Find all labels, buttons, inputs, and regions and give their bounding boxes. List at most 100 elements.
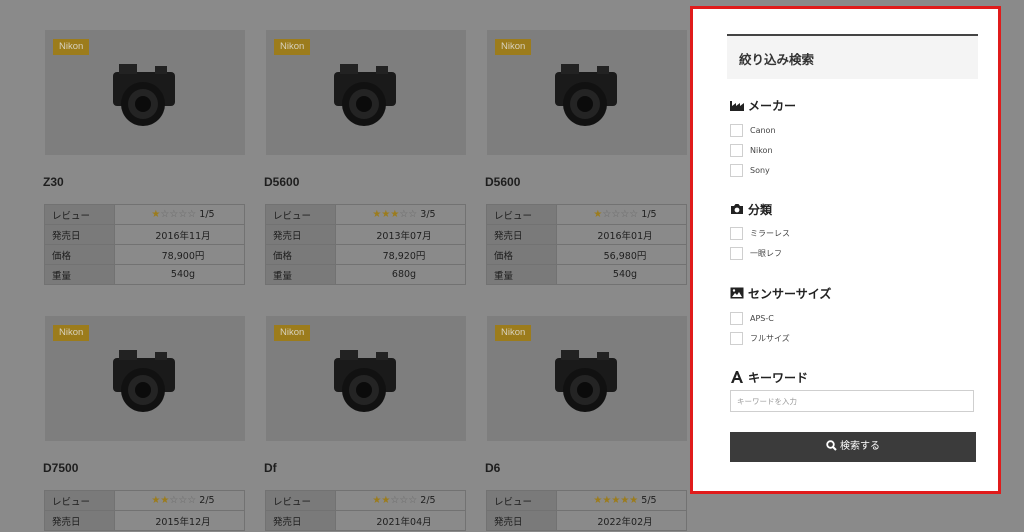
product-photo[interactable]: Nikon [45, 30, 245, 155]
spec-value: 56,980円 [556, 244, 687, 265]
search-icon [826, 440, 837, 451]
product-photo[interactable]: Nikon [487, 30, 687, 155]
product-name[interactable]: D5600 [485, 175, 520, 189]
spec-key: レビュー [44, 204, 115, 225]
category-option-mirrorless[interactable]: ミラーレス [730, 227, 790, 240]
product-grid: Nikon Z30 レビュー ★☆☆☆☆ 1/5 発売日 2016年11月 価格 78,900… [0, 0, 690, 532]
spec-row: 発売日 2013年07月 [265, 224, 466, 245]
spec-key: レビュー [486, 490, 557, 511]
maker-option-sony[interactable]: Sony [730, 164, 770, 177]
sensor-heading: センサーサイズ [730, 285, 831, 302]
checkbox[interactable] [730, 332, 743, 345]
maker-heading: メーカー [730, 97, 796, 114]
sensor-option-fullsize[interactable]: フルサイズ [730, 332, 790, 345]
factory-icon [730, 101, 744, 111]
checkbox[interactable] [730, 227, 743, 240]
spec-value: ★★★☆☆ 3/5 [335, 204, 466, 225]
spec-key: 発売日 [265, 510, 336, 531]
rating-stars: ★☆☆☆☆ [151, 209, 197, 220]
spec-value: 78,920円 [335, 244, 466, 265]
product-name[interactable]: Z30 [43, 175, 64, 189]
spec-value: 2016年11月 [114, 224, 245, 245]
spec-table: レビュー ★★★★★ 5/5 発売日 2022年02月 [486, 490, 687, 531]
spec-value: 540g [556, 264, 687, 285]
camera-image [555, 64, 617, 126]
spec-key: 発売日 [486, 224, 557, 245]
spec-value: 2016年01月 [556, 224, 687, 245]
spec-key: 重量 [486, 264, 557, 285]
spec-key: レビュー [486, 204, 557, 225]
product-name[interactable]: D5600 [264, 175, 299, 189]
product-photo[interactable]: Nikon [487, 316, 687, 441]
spec-row: 価格 56,980円 [486, 244, 687, 265]
checkbox[interactable] [730, 247, 743, 260]
sensor-option-apsc[interactable]: APS-C [730, 312, 774, 325]
spec-value: ★☆☆☆☆ 1/5 [556, 204, 687, 225]
checkbox[interactable] [730, 164, 743, 177]
rating-stars: ★★☆☆☆ [151, 495, 197, 506]
search-button[interactable]: 検索する [730, 432, 976, 462]
product-photo[interactable]: Nikon [266, 30, 466, 155]
brand-tag: Nikon [53, 39, 90, 55]
camera-image [113, 64, 175, 126]
spec-key: 価格 [265, 244, 336, 265]
spec-row: レビュー ★★★★★ 5/5 [486, 490, 687, 511]
spec-table: レビュー ★☆☆☆☆ 1/5 発売日 2016年11月 価格 78,900円 重量 540g [44, 204, 245, 285]
maker-option-canon[interactable]: Canon [730, 124, 776, 137]
product-name[interactable]: D6 [485, 461, 500, 475]
spec-value: ★★★★★ 5/5 [556, 490, 687, 511]
brand-tag: Nikon [274, 39, 311, 55]
filter-title-bar: 絞り込み検索 [727, 34, 978, 79]
spec-row: 重量 540g [44, 264, 245, 285]
brand-tag: Nikon [495, 39, 532, 55]
category-option-slr[interactable]: 一眼レフ [730, 247, 782, 260]
spec-value: 78,900円 [114, 244, 245, 265]
spec-value: ★★☆☆☆ 2/5 [335, 490, 466, 511]
spec-table: レビュー ★★☆☆☆ 2/5 発売日 2021年04月 [265, 490, 466, 531]
spec-row: 重量 540g [486, 264, 687, 285]
product-name[interactable]: Df [264, 461, 277, 475]
keyword-heading: キーワード [730, 369, 808, 386]
spec-row: 発売日 2021年04月 [265, 510, 466, 531]
product-photo[interactable]: Nikon [45, 316, 245, 441]
rating-stars: ★★☆☆☆ [372, 495, 418, 506]
product-name[interactable]: D7500 [43, 461, 78, 475]
spec-key: 価格 [486, 244, 557, 265]
spec-row: 価格 78,920円 [265, 244, 466, 265]
spec-row: 発売日 2015年12月 [44, 510, 245, 531]
spec-table: レビュー ★★☆☆☆ 2/5 発売日 2015年12月 [44, 490, 245, 531]
spec-value: 2013年07月 [335, 224, 466, 245]
category-heading: 分類 [730, 201, 772, 218]
brand-tag: Nikon [495, 325, 532, 341]
spec-key: 重量 [44, 264, 115, 285]
filter-panel: 絞り込み検索 メーカー Canon Nikon Sony 分類 ミラーレス 一眼… [690, 6, 1001, 494]
rating-stars: ★★★★★ [593, 495, 639, 506]
spec-key: 重量 [265, 264, 336, 285]
spec-value: 680g [335, 264, 466, 285]
spec-row: レビュー ★☆☆☆☆ 1/5 [486, 204, 687, 225]
spec-row: 発売日 2016年11月 [44, 224, 245, 245]
spec-value: 2021年04月 [335, 510, 466, 531]
spec-row: 発売日 2022年02月 [486, 510, 687, 531]
brand-tag: Nikon [274, 325, 311, 341]
spec-row: レビュー ★★☆☆☆ 2/5 [265, 490, 466, 511]
checkbox[interactable] [730, 144, 743, 157]
checkbox[interactable] [730, 312, 743, 325]
image-icon [730, 287, 744, 299]
spec-value: 2022年02月 [556, 510, 687, 531]
product-photo[interactable]: Nikon [266, 316, 466, 441]
spec-row: 価格 78,900円 [44, 244, 245, 265]
spec-row: レビュー ★★★☆☆ 3/5 [265, 204, 466, 225]
spec-key: 発売日 [486, 510, 557, 531]
checkbox[interactable] [730, 124, 743, 137]
filter-title: 絞り込み検索 [739, 52, 815, 67]
spec-value: 2015年12月 [114, 510, 245, 531]
keyword-input[interactable] [730, 390, 974, 412]
spec-row: レビュー ★★☆☆☆ 2/5 [44, 490, 245, 511]
camera-image [555, 350, 617, 412]
rating-stars: ★★★☆☆ [372, 209, 418, 220]
maker-option-nikon[interactable]: Nikon [730, 144, 773, 157]
spec-key: レビュー [265, 490, 336, 511]
font-icon [731, 371, 743, 383]
camera-image [334, 64, 396, 126]
